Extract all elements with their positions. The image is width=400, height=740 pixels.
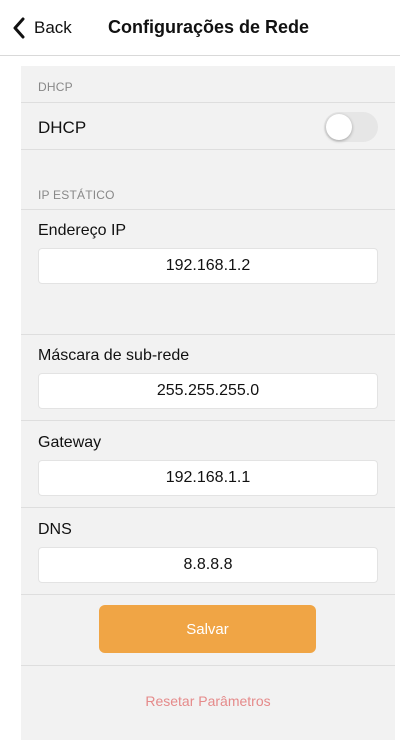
divider [21,665,395,666]
divider [21,209,395,210]
static-ip-section-header: IP ESTÁTICO [38,188,115,202]
ip-address-input[interactable] [38,248,378,284]
gateway-label: Gateway [38,434,102,451]
divider [21,334,395,335]
divider [21,102,395,103]
dhcp-section-header: DHCP [38,80,73,94]
settings-panel: DHCP DHCP IP ESTÁTICO Endereço IP Máscar… [21,66,395,740]
save-button[interactable]: Salvar [99,605,316,653]
back-label: Back [34,18,72,37]
dns-input[interactable] [38,547,378,583]
dhcp-toggle[interactable] [324,112,378,142]
back-button[interactable]: Back [12,14,72,42]
divider [21,594,395,595]
subnet-mask-input[interactable] [38,373,378,409]
divider [21,149,395,150]
ip-address-label: Endereço IP [38,222,127,239]
dhcp-label: DHCP [38,118,87,137]
subnet-mask-label: Máscara de sub-rede [38,347,190,364]
reset-parameters-link[interactable]: Resetar Parâmetros [21,693,395,709]
chevron-left-icon [12,17,26,39]
divider [21,507,395,508]
divider [21,420,395,421]
dns-label: DNS [38,521,72,538]
page-title: Configurações de Rede [108,17,310,37]
navigation-bar: Back Configurações de Rede [0,0,400,56]
gateway-input[interactable] [38,460,378,496]
toggle-knob [326,114,352,140]
